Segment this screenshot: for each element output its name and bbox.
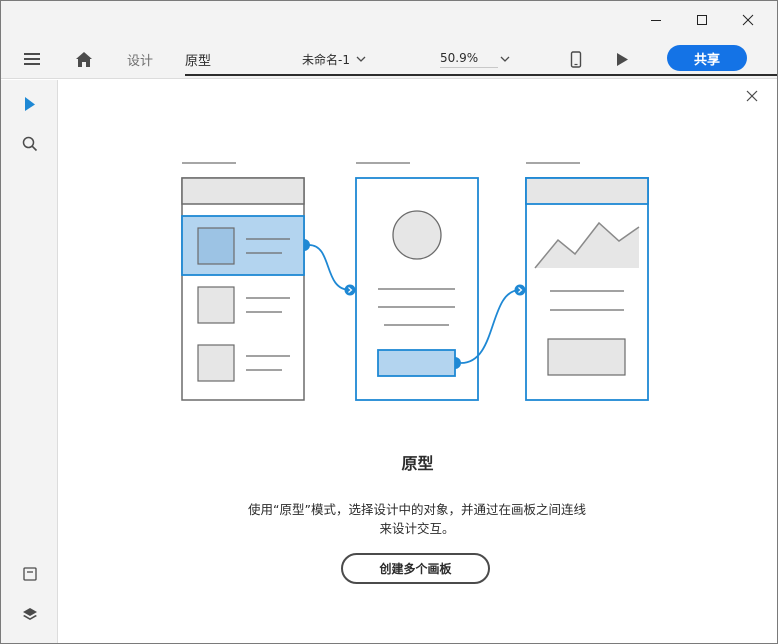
document-title-dropdown[interactable]: 未命名-1 xyxy=(302,50,366,68)
home-button[interactable] xyxy=(75,49,95,69)
create-multiple-artboards-button[interactable]: 创建多个画板 xyxy=(341,553,490,584)
layers-button[interactable] xyxy=(19,603,41,625)
chevron-down-icon xyxy=(356,56,366,62)
close-icon xyxy=(746,90,758,102)
zoom-value: 50.9% xyxy=(440,51,498,68)
device-preview-button[interactable] xyxy=(570,49,586,69)
close-window-button[interactable] xyxy=(725,1,771,39)
close-panel-button[interactable] xyxy=(742,86,762,106)
search-tool-button[interactable] xyxy=(19,133,41,155)
play-icon xyxy=(617,52,628,66)
title-bar xyxy=(1,1,777,39)
select-tool-button[interactable] xyxy=(19,93,41,115)
zoom-dropdown[interactable]: 50.9% xyxy=(440,49,510,69)
menu-button[interactable] xyxy=(23,49,45,69)
mobile-device-icon xyxy=(570,50,582,68)
select-arrow-icon xyxy=(25,97,35,111)
minimize-button[interactable] xyxy=(633,1,679,39)
minimize-icon xyxy=(651,20,661,21)
panel-description: 使用“原型”模式，选择设计中的对象，并通过在画板之间连线 来设计交互。 xyxy=(217,500,617,538)
app-window: 设计 原型 未命名-1 50.9% 共享 原型 使用“原型”模式，选择设计中的对… xyxy=(0,0,778,644)
tab-design[interactable]: 设计 xyxy=(127,39,153,79)
description-line-1: 使用“原型”模式，选择设计中的对象，并通过在画板之间连线 xyxy=(248,502,586,517)
layers-icon xyxy=(23,607,37,620)
maximize-icon xyxy=(697,15,707,25)
hamburger-menu-icon xyxy=(24,53,40,65)
close-icon xyxy=(742,14,754,26)
left-tool-rail xyxy=(1,80,58,643)
prototype-illustration xyxy=(181,162,649,401)
home-icon xyxy=(76,51,92,67)
share-button[interactable]: 共享 xyxy=(667,45,747,71)
description-line-2: 来设计交互。 xyxy=(379,521,455,536)
document-title: 未命名-1 xyxy=(302,52,350,67)
search-icon xyxy=(22,136,38,152)
document-assets-icon xyxy=(23,567,37,581)
play-preview-button[interactable] xyxy=(615,49,633,69)
panel-heading: 原型 xyxy=(401,454,434,473)
main-toolbar: 设计 原型 未命名-1 50.9% 共享 xyxy=(1,39,777,79)
chevron-down-icon xyxy=(500,56,510,62)
prototype-onboarding-panel: 原型 使用“原型”模式，选择设计中的对象，并通过在画板之间连线 来设计交互。 创… xyxy=(58,80,777,643)
document-assets-button[interactable] xyxy=(19,563,41,585)
maximize-button[interactable] xyxy=(679,1,725,39)
